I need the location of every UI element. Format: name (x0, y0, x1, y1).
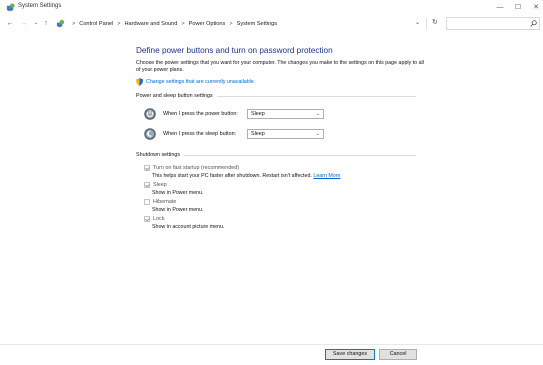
cancel-button[interactable]: Cancel (379, 349, 417, 360)
breadcrumb-power-options[interactable]: Power Options (189, 21, 226, 27)
refresh-button[interactable]: ↻ (432, 18, 438, 26)
control-panel-icon (56, 19, 65, 28)
breadcrumb-separator: > (72, 20, 76, 27)
sleep-checkbox-row[interactable]: Sleep (144, 182, 167, 188)
forward-button[interactable]: → (19, 18, 29, 29)
lock-checkbox[interactable] (144, 216, 150, 222)
breadcrumb-separator: > (117, 20, 121, 27)
fast-startup-checkbox[interactable] (144, 165, 150, 171)
fast-startup-desc-text: This helps start your PC faster after sh… (152, 173, 312, 179)
lock-description: Show in account picture menu. (152, 224, 225, 230)
chevron-down-icon: ⌄ (315, 111, 320, 117)
sleep-button-select-value: Sleep (251, 131, 265, 137)
shutdown-group-header: Shutdown settings (136, 152, 416, 158)
hibernate-description: Show in Power menu. (152, 207, 204, 213)
main-content: Define power buttons and turn on passwor… (0, 32, 543, 336)
fast-startup-label: Turn on fast startup (recommended) (153, 165, 240, 171)
shield-icon (136, 78, 143, 86)
power-sleep-group-label: Power and sleep button settings (136, 93, 213, 99)
power-button-icon (144, 108, 156, 120)
maximize-button[interactable]: ☐ (512, 2, 524, 13)
minimize-button[interactable]: — (494, 2, 506, 13)
system-settings-icon (6, 3, 15, 12)
change-settings-link-label[interactable]: Change settings that are currently unava… (146, 79, 254, 85)
back-button[interactable]: ← (5, 18, 15, 29)
chevron-down-icon: ⌄ (315, 131, 320, 137)
search-box[interactable] (446, 17, 540, 36)
address-bar: ← → ⌄ ↑ > Control Panel > Hardware and S… (0, 16, 543, 36)
lock-checkbox-row[interactable]: Lock (144, 216, 164, 222)
breadcrumb-system-settings[interactable]: System Settings (237, 21, 277, 27)
lock-label: Lock (153, 216, 165, 222)
page-description: Choose the power settings that you want … (136, 60, 424, 73)
search-icon[interactable] (530, 20, 537, 27)
group-divider (216, 95, 416, 97)
sleep-button-row: When I press the sleep button: Sleep ⌄ (144, 128, 324, 140)
breadcrumb-separator: > (229, 20, 233, 27)
save-changes-button[interactable]: Save changes (325, 349, 375, 360)
breadcrumb-control-panel[interactable]: Control Panel (79, 21, 113, 27)
recent-locations-button[interactable]: ⌄ (31, 18, 41, 29)
group-divider (184, 154, 416, 156)
hibernate-checkbox[interactable] (144, 199, 150, 205)
sleep-button-icon (144, 128, 156, 140)
sleep-button-select[interactable]: Sleep ⌄ (247, 129, 324, 139)
sleep-checkbox[interactable] (144, 182, 150, 188)
address-dropdown-button[interactable]: ⌄ (415, 19, 420, 26)
sleep-description: Show in Power menu. (152, 190, 204, 196)
hibernate-checkbox-row[interactable]: Hibernate (144, 199, 176, 205)
window-title: System Settings (18, 3, 62, 9)
shutdown-group-label: Shutdown settings (136, 152, 181, 158)
change-settings-link[interactable]: Change settings that are currently unava… (136, 78, 254, 86)
power-button-select-value: Sleep (251, 111, 265, 117)
breadcrumb-hardware-and-sound[interactable]: Hardware and Sound (124, 21, 177, 27)
sleep-label: Sleep (153, 182, 167, 188)
breadcrumb[interactable]: > Control Panel > Hardware and Sound > P… (54, 17, 429, 30)
power-button-label: When I press the power button: (163, 111, 238, 117)
power-sleep-group-header: Power and sleep button settings (136, 93, 416, 99)
hibernate-label: Hibernate (153, 199, 177, 205)
learn-more-link[interactable]: Learn More (313, 173, 340, 179)
sleep-button-label: When I press the sleep button: (163, 131, 237, 137)
address-divider (426, 18, 427, 29)
title-bar: System Settings — ☐ ✕ (0, 0, 543, 15)
page-title: Define power buttons and turn on passwor… (136, 46, 333, 55)
footer-divider (0, 344, 543, 345)
up-button[interactable]: ↑ (41, 18, 51, 29)
power-button-select[interactable]: Sleep ⌄ (247, 109, 324, 119)
fast-startup-description: This helps start your PC faster after sh… (152, 173, 340, 179)
fast-startup-checkbox-row[interactable]: Turn on fast startup (recommended) (144, 165, 239, 171)
close-button[interactable]: ✕ (530, 2, 542, 13)
breadcrumb-separator: > (181, 20, 185, 27)
power-button-row: When I press the power button: Sleep ⌄ (144, 108, 324, 120)
